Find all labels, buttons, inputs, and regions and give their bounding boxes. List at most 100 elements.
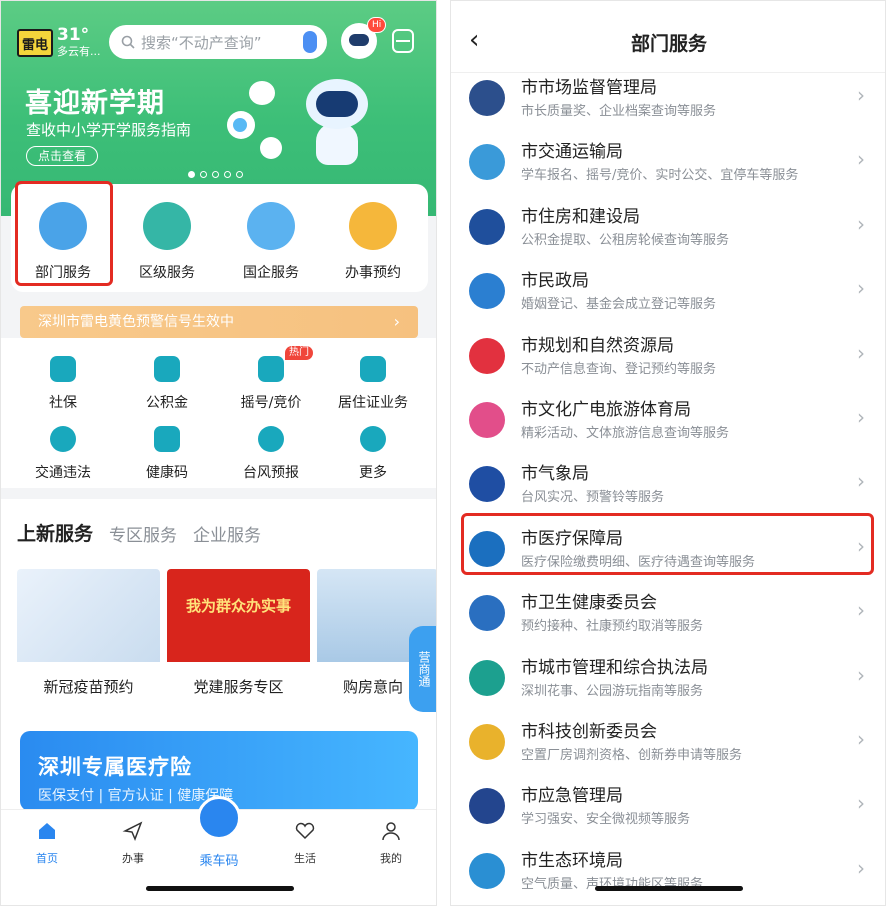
alert-text: 深圳市雷电黄色预警信号生效中 bbox=[38, 314, 234, 330]
dept-subtitle: 精彩活动、文体旅游信息查询等服务 bbox=[521, 426, 730, 441]
tool-car-lottery[interactable]: 摇号/竞价 bbox=[221, 356, 321, 412]
id-card-icon bbox=[360, 356, 386, 382]
dept-subtitle: 台风实况、预警铃等服务 bbox=[521, 490, 665, 506]
dept-logo-icon bbox=[469, 208, 505, 245]
tool-housing-fund[interactable]: 公积金 bbox=[117, 356, 217, 412]
dept-logo-icon bbox=[469, 466, 505, 503]
dept-row[interactable]: 市住房和建设局公积金提取、公租房轮候查询等服务 › bbox=[451, 196, 885, 260]
tool-typhoon[interactable]: 台风预报 bbox=[221, 426, 321, 482]
nav-home[interactable]: 首页 bbox=[17, 820, 77, 866]
dept-services-screen: ‹ 部门服务 市市场监督管理局 市长质量奖、企业档案查询等服务 › 市交通运输局 学车报… bbox=[450, 0, 886, 906]
district-icon bbox=[143, 202, 191, 250]
tool-residence-permit[interactable]: 居住证业务 bbox=[323, 356, 423, 412]
tab-enterprise-services[interactable]: 企业服务 bbox=[193, 521, 261, 546]
nav-work[interactable]: 办事 bbox=[103, 820, 163, 866]
tab-new-services[interactable]: 上新服务 bbox=[17, 519, 93, 546]
dept-row[interactable]: 市应急管理局学习强安、安全微视频等服务 › bbox=[451, 775, 885, 839]
car-icon bbox=[258, 356, 284, 382]
chevron-right-icon: › bbox=[857, 276, 865, 301]
tool-social-security[interactable]: 社保 bbox=[13, 356, 113, 412]
appointment-icon bbox=[349, 202, 397, 250]
weather-widget[interactable]: 雷电 31° 多云有... bbox=[17, 25, 101, 59]
party-image: 我为群众办实事 bbox=[167, 569, 310, 662]
dept-logo-icon bbox=[469, 337, 505, 374]
chevron-right-icon: › bbox=[857, 791, 865, 816]
dept-subtitle: 学习强安、安全微视频等服务 bbox=[521, 812, 691, 828]
dept-title: 市生态环境局 bbox=[521, 850, 623, 871]
weather-desc: 多云有... bbox=[57, 45, 101, 58]
bus-bubble-icon bbox=[249, 81, 275, 105]
send-icon bbox=[122, 821, 143, 842]
business-side-tab[interactable]: 营商通 bbox=[409, 626, 436, 712]
tile-party-building[interactable]: 我为群众办实事 党建服务专区 bbox=[167, 569, 310, 709]
heart-icon bbox=[295, 822, 315, 840]
chevron-right-icon: › bbox=[857, 211, 865, 236]
highlight-box bbox=[15, 181, 113, 286]
weather-alert-banner[interactable]: 深圳市雷电黄色预警信号生效中 › bbox=[20, 306, 418, 338]
tool-more[interactable]: 更多 bbox=[323, 426, 423, 482]
dept-title: 市民政局 bbox=[521, 271, 589, 292]
dept-subtitle: 学车报名、摇号/竞价、实时公交、宜停车等服务 bbox=[521, 168, 799, 184]
dept-logo-icon bbox=[469, 659, 505, 696]
mascot-illustration bbox=[306, 79, 368, 165]
dept-subtitle: 不动产信息查询、登记预约等服务 bbox=[521, 361, 717, 377]
bus-code-label: 乘车码 bbox=[199, 854, 239, 869]
violation-icon bbox=[50, 426, 76, 452]
bottom-nav: 首页 办事 乘车码 生活 我的 bbox=[1, 796, 436, 905]
scan-icon[interactable] bbox=[392, 29, 414, 53]
hero-subtitle: 查收中小学开学服务指南 bbox=[26, 121, 192, 139]
medical-bubble-icon bbox=[260, 137, 282, 159]
search-icon bbox=[121, 35, 135, 49]
dept-row[interactable]: 市文化广电旅游体育局 精彩活动、文体旅游信息查询等服务 › bbox=[451, 389, 885, 453]
dept-row[interactable]: 市民政局婚姻登记、基金会成立登记等服务 › bbox=[451, 260, 885, 324]
dept-logo-icon bbox=[469, 144, 505, 181]
search-input[interactable]: 搜索“不动产查询” bbox=[109, 25, 327, 59]
typhoon-icon bbox=[258, 426, 284, 452]
dept-title: 市应急管理局 bbox=[521, 786, 623, 807]
news-tabs: 上新服务 专区服务 企业服务 bbox=[17, 519, 261, 546]
tool-traffic-violation[interactable]: 交通违法 bbox=[13, 426, 113, 482]
dept-title: 市气象局 bbox=[521, 464, 589, 485]
dept-subtitle: 婚姻登记、基金会成立登记等服务 bbox=[521, 297, 717, 313]
dept-subtitle: 公积金提取、公租房轮候查询等服务 bbox=[521, 232, 730, 248]
chevron-right-icon: › bbox=[857, 727, 865, 751]
nav-mine[interactable]: 我的 bbox=[361, 820, 421, 866]
dept-row[interactable]: 市市场监督管理局 市长质量奖、企业档案查询等服务 › bbox=[451, 67, 885, 131]
dept-row[interactable]: 市生态环境局 空气质量、声环境功能区等服务 › bbox=[451, 840, 885, 904]
dept-title: 市城市管理和综合执法局 bbox=[521, 657, 708, 678]
tool-health-code[interactable]: 健康码 bbox=[117, 426, 217, 482]
home-indicator bbox=[595, 886, 743, 891]
dept-row[interactable]: 市交通运输局 学车报名、摇号/竞价、实时公交、宜停车等服务 › bbox=[451, 131, 885, 195]
home-indicator bbox=[146, 886, 294, 891]
district-service-button[interactable]: 区级服务 bbox=[119, 202, 215, 284]
hero-view-button[interactable]: 点击查看 bbox=[26, 146, 98, 166]
dept-row[interactable]: 市气象局 台风实况、预警铃等服务 › bbox=[451, 453, 885, 517]
dept-row[interactable]: 市规划和自然资源局 不动产信息查询、登记预约等服务 › bbox=[451, 325, 885, 389]
chevron-right-icon: › bbox=[857, 340, 865, 365]
dept-logo-icon bbox=[469, 724, 505, 760]
dept-row[interactable]: 市卫生健康委员会 预约接种、社康预约取消等服务 › bbox=[451, 582, 885, 646]
soe-service-button[interactable]: 国企服务 bbox=[223, 202, 319, 284]
dept-row[interactable]: 市城市管理和综合执法局 深圳花事、公园游玩指南等服务 › bbox=[451, 647, 885, 711]
chevron-right-icon: › bbox=[393, 312, 400, 331]
carousel-dots[interactable] bbox=[188, 171, 243, 178]
bus-code-button[interactable] bbox=[197, 796, 241, 840]
dept-title: 市市场监督管理局 bbox=[521, 78, 657, 98]
soe-icon bbox=[247, 202, 295, 250]
dept-subtitle: 市长质量奖、企业档案查询等服务 bbox=[521, 104, 717, 119]
tile-vaccine[interactable]: 新冠疫苗预约 bbox=[17, 569, 160, 709]
hero-title: 喜迎新学期 bbox=[25, 88, 165, 119]
dept-subtitle: 空置厂房调剂资格、创新券申请等服务 bbox=[521, 748, 743, 763]
dept-logo-icon bbox=[469, 788, 505, 825]
shield-icon bbox=[50, 356, 76, 382]
mic-icon[interactable] bbox=[303, 31, 317, 53]
appointment-service-button[interactable]: 办事预约 bbox=[325, 202, 421, 284]
tab-zone-services[interactable]: 专区服务 bbox=[109, 521, 177, 546]
dept-title: 市交通运输局 bbox=[521, 142, 623, 163]
dept-title: 市住房和建设局 bbox=[521, 206, 640, 227]
chevron-right-icon: › bbox=[857, 855, 865, 880]
dept-row[interactable]: 市科技创新委员会 空置厂房调剂资格、创新券申请等服务 › bbox=[451, 711, 885, 775]
search-placeholder: 搜索“不动产查询” bbox=[141, 33, 262, 52]
quick-tools-grid: 社保 公积金 摇号/竞价 居住证业务 交通违法 健康码 台风预报 更多 bbox=[1, 338, 436, 488]
nav-life[interactable]: 生活 bbox=[275, 820, 335, 866]
